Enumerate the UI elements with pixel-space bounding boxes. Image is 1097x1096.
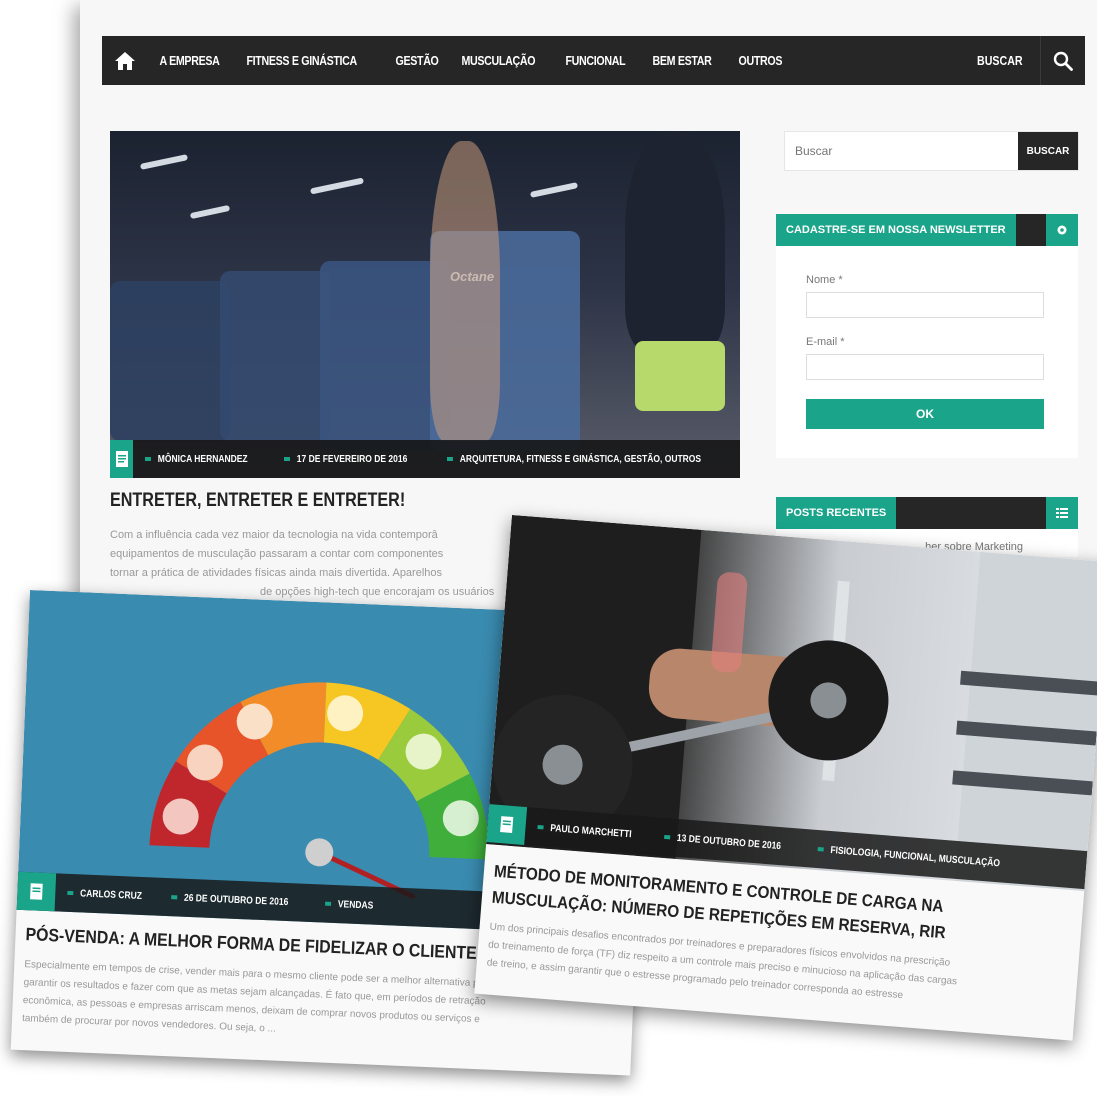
home-icon [115, 51, 135, 70]
featured-post-image[interactable]: Octane MÔNICA HERNANDEZ 17 DE FEVEREIRO … [110, 131, 740, 478]
post-author-name: PAULO MARCHETTI [549, 822, 633, 840]
list-icon [1056, 508, 1068, 518]
newsletter-title: CADASTRE-SE EM NOSSA NEWSLETTER [776, 214, 1016, 246]
post-type-badge [486, 804, 528, 845]
post-excerpt: Com a influência cada vez maior da tecno… [110, 526, 550, 602]
post-categories-text: FISIOLOGIA, FUNCIONAL, MUSCULAÇÃO [829, 844, 1001, 869]
post-categories[interactable]: ARQUITETURA, FITNESS E GINÁSTICA, GESTÃO… [447, 454, 701, 465]
post-date-text: 17 DE FEVEREIRO DE 2016 [296, 453, 408, 465]
ceiling-light [529, 182, 579, 198]
post-categories-text: ARQUITETURA, FITNESS E GINÁSTICA, GESTÃO… [459, 453, 702, 465]
nav-item-outros[interactable]: OUTROS [727, 53, 794, 68]
meta-dot [324, 901, 331, 906]
nav-item-gestao[interactable]: GESTÃO [384, 53, 450, 68]
ceiling-light [139, 154, 189, 170]
post-categories-text: VENDAS [337, 898, 374, 912]
email-label: E-mail * [806, 336, 845, 348]
nav-item-musculacao[interactable]: MUSCULAÇÃO [450, 53, 547, 68]
recent-posts-title: POSTS RECENTES [776, 497, 897, 529]
meta-dot [663, 834, 671, 840]
document-icon [30, 883, 43, 900]
post-card-rir[interactable]: PAULO MARCHETTI 13 DE OUTUBRO DE 2016 FI… [474, 515, 1097, 1041]
nav-item-bem-estar[interactable]: BEM ESTAR [641, 53, 723, 68]
gear-icon [1057, 225, 1067, 235]
name-field[interactable] [806, 292, 1044, 318]
email-field[interactable] [806, 354, 1044, 380]
nav-search-button[interactable] [1040, 36, 1085, 85]
meta-dot [537, 824, 544, 830]
post-meta-bar: MÔNICA HERNANDEZ 17 DE FEVEREIRO DE 2016… [110, 440, 740, 478]
meta-dot [284, 457, 290, 461]
post-type-badge [16, 871, 57, 912]
ceiling-light [309, 177, 365, 195]
search-icon [1053, 51, 1073, 71]
nav-item-empresa[interactable]: A EMPRESA [148, 53, 231, 68]
main-navigation: A EMPRESA FITNESS E GINÁSTICA GESTÃO MUS… [102, 36, 1085, 85]
meta-dot [67, 890, 74, 896]
post-author[interactable]: MÔNICA HERNANDEZ [145, 454, 248, 465]
post-author-name: CARLOS CRUZ [79, 887, 143, 902]
sidebar-search-input[interactable] [785, 132, 1018, 170]
newsletter-header: CADASTRE-SE EM NOSSA NEWSLETTER [776, 214, 1078, 246]
newsletter-submit-button[interactable]: OK [806, 399, 1044, 429]
document-icon [115, 451, 128, 467]
name-label: Nome * [806, 274, 843, 286]
newsletter-widget: CADASTRE-SE EM NOSSA NEWSLETTER Nome * E… [776, 214, 1078, 458]
home-link[interactable] [102, 36, 148, 85]
post-categories[interactable]: FISIOLOGIA, FUNCIONAL, MUSCULAÇÃO [817, 844, 1000, 869]
athlete-man [430, 141, 500, 441]
post-date-text: 13 DE OUTUBRO DE 2016 [676, 832, 782, 852]
excerpt-line: Com a influência cada vez maior da tecno… [110, 529, 438, 541]
header-fill [896, 497, 1046, 529]
elliptical-machine [110, 281, 230, 441]
meta-dot [447, 457, 454, 461]
recent-posts-badge [1046, 497, 1078, 529]
meta-dot [170, 895, 178, 900]
sidebar-search: BUSCAR [784, 131, 1079, 171]
meta-dot [145, 457, 152, 461]
recent-posts-header: POSTS RECENTES [776, 497, 1078, 529]
post-date: 26 DE OUTUBRO DE 2016 [170, 892, 289, 908]
post-type-badge [110, 440, 134, 478]
post-author[interactable]: CARLOS CRUZ [67, 887, 142, 901]
post-date-text: 26 DE OUTUBRO DE 2016 [183, 892, 289, 908]
athlete-shorts [635, 341, 725, 411]
nav-item-funcional[interactable]: FUNCIONAL [554, 53, 637, 68]
newsletter-badge [1046, 214, 1078, 246]
sidebar-search-button[interactable]: BUSCAR [1018, 132, 1078, 170]
nav-item-fitness[interactable]: FITNESS E GINÁSTICA [235, 53, 368, 68]
post-date: 13 DE OUTUBRO DE 2016 [663, 831, 782, 852]
header-fill [1016, 214, 1046, 246]
athlete-woman [625, 131, 725, 351]
ceiling-light [189, 204, 231, 220]
excerpt-line: tornar a prática de atividades físicas a… [110, 567, 443, 579]
nav-search-label[interactable]: BUSCAR [977, 53, 1023, 68]
post-date: 17 DE FEVEREIRO DE 2016 [284, 454, 407, 465]
post-title[interactable]: ENTRETER, ENTRETER E ENTRETER! [110, 490, 405, 512]
post-categories[interactable]: VENDAS [324, 898, 374, 912]
document-icon [500, 816, 514, 833]
elliptical-machine [220, 271, 330, 441]
meta-dot [817, 847, 824, 852]
post-author[interactable]: PAULO MARCHETTI [537, 821, 633, 840]
post-author-name: MÔNICA HERNANDEZ [158, 453, 248, 465]
excerpt-line: equipamentos de musculação passaram a co… [110, 548, 444, 560]
